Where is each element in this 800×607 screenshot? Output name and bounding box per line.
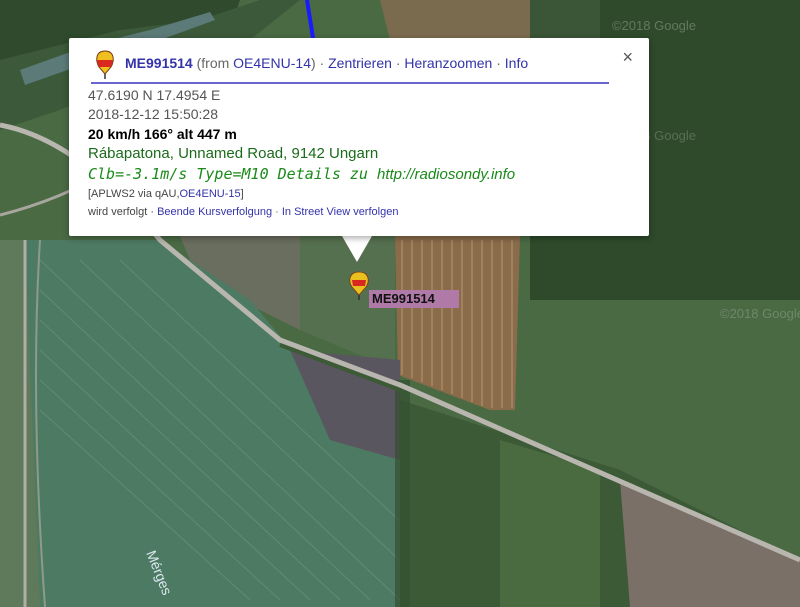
balloon-icon bbox=[96, 50, 114, 79]
center-link[interactable]: Zentrieren bbox=[328, 55, 392, 71]
info-link[interactable]: Info bbox=[505, 55, 528, 71]
from-suffix: ) bbox=[310, 55, 316, 71]
tracking-row: wird verfolgt · Beende Kursverfolgung · … bbox=[88, 203, 639, 221]
speed-course-altitude: 20 km/h 166° alt 447 m bbox=[88, 126, 237, 142]
separator: · bbox=[319, 55, 325, 71]
tracking-status: wird verfolgt · bbox=[88, 206, 155, 218]
info-popup: ME991514 (from OE4ENU-14) · Zentrieren ·… bbox=[69, 38, 649, 236]
separator: · bbox=[395, 55, 401, 71]
coordinates: 47.6190 N 17.4954 E bbox=[88, 87, 221, 103]
separator: · bbox=[496, 55, 501, 71]
path-station-link[interactable]: OE4ENU-15 bbox=[180, 188, 241, 200]
popup-header: ME991514 (from OE4ENU-14) · Zentrieren ·… bbox=[91, 50, 609, 84]
street-view-link[interactable]: In Street View verfolgen bbox=[282, 206, 399, 218]
address: Rábapatona, Unnamed Road, 9142 Ungarn bbox=[88, 145, 379, 162]
from-prefix: (from bbox=[196, 55, 234, 71]
timestamp: 2018-12-12 15:50:28 bbox=[88, 106, 218, 122]
stop-tracking-link[interactable]: Beende Kursverfolgung bbox=[157, 206, 272, 218]
from-station-link[interactable]: OE4ENU-14 bbox=[233, 55, 311, 71]
callsign-link[interactable]: ME991514 bbox=[125, 55, 193, 71]
comment: Clb=-3.1m/s Type=M10 Details zu http://r… bbox=[88, 164, 639, 185]
path-prefix: [APLWS2 via qAU, bbox=[88, 188, 180, 200]
close-icon[interactable]: × bbox=[622, 48, 633, 66]
packet-path: [APLWS2 via qAU,OE4ENU-15] bbox=[88, 185, 639, 203]
popup-tail bbox=[342, 236, 372, 262]
marker-label[interactable]: ME991514 bbox=[369, 290, 459, 308]
map-watermark: ©2018 Google bbox=[612, 18, 696, 33]
zoom-in-link[interactable]: Heranzoomen bbox=[404, 55, 492, 71]
separator: · bbox=[275, 206, 279, 218]
comment-text: Clb=-3.1m/s Type=M10 Details zu bbox=[88, 165, 377, 183]
map-watermark: ©2018 Google bbox=[720, 306, 800, 321]
comment-url-link[interactable]: http://radiosondy.info bbox=[377, 166, 515, 183]
path-suffix: ] bbox=[240, 188, 244, 200]
